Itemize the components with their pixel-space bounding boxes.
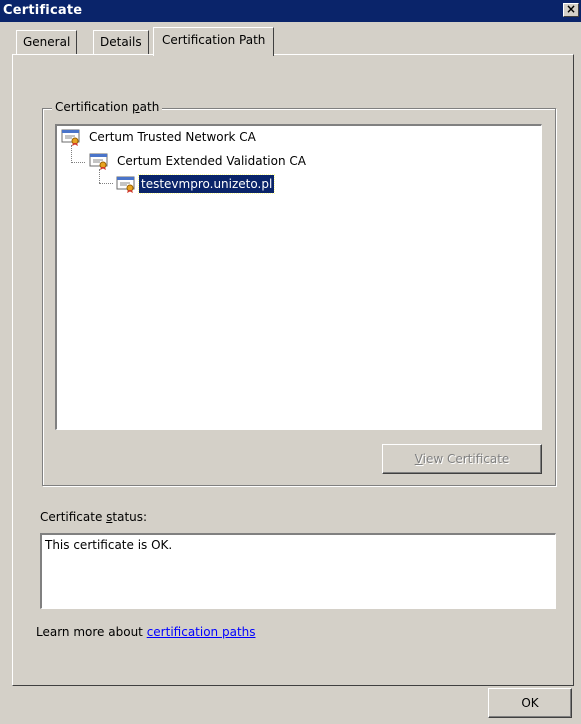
window-title: Certificate [3,3,83,18]
tab-details[interactable]: Details [93,30,149,54]
certificate-icon [61,129,80,146]
certificate-status-box[interactable]: This certificate is OK. [40,533,556,609]
certificate-dialog: Certificate × General Details Certificat… [0,0,581,724]
certification-path-tree[interactable]: Certum Trusted Network CA Certum Extende… [55,124,542,430]
certificate-status-label: Certificate status: [40,510,148,524]
tree-connector [99,183,113,184]
certification-path-label: Certification path [52,100,163,114]
tab-certification-path[interactable]: Certification Path [153,27,275,56]
certificate-status-text: This certificate is OK. [45,538,173,552]
certification-paths-link[interactable]: certification paths [147,625,256,639]
tree-item-label: Certum Trusted Network CA [89,130,256,144]
title-bar[interactable]: Certificate × [0,0,581,22]
ok-button-label: OK [521,696,539,710]
tab-general[interactable]: General [16,30,78,54]
tree-connector [71,162,85,163]
tree-connector [71,145,72,163]
tree-item-label-selected: testevmpro.unizeto.pl [137,174,276,194]
view-certificate-button[interactable]: View Certificate [382,444,542,474]
learn-more-text: Learn more about certification paths [36,625,256,639]
close-icon: × [565,2,577,16]
close-button[interactable]: × [563,3,579,17]
tab-certification-path-label: Certification Path [162,33,266,47]
certificate-icon [116,176,135,193]
tree-connector [99,169,100,183]
ok-button[interactable]: OK [488,688,572,718]
certificate-icon [89,153,108,170]
tree-item-label: Certum Extended Validation CA [117,154,306,168]
tab-general-label: General [23,35,71,49]
tab-details-label: Details [100,35,142,49]
